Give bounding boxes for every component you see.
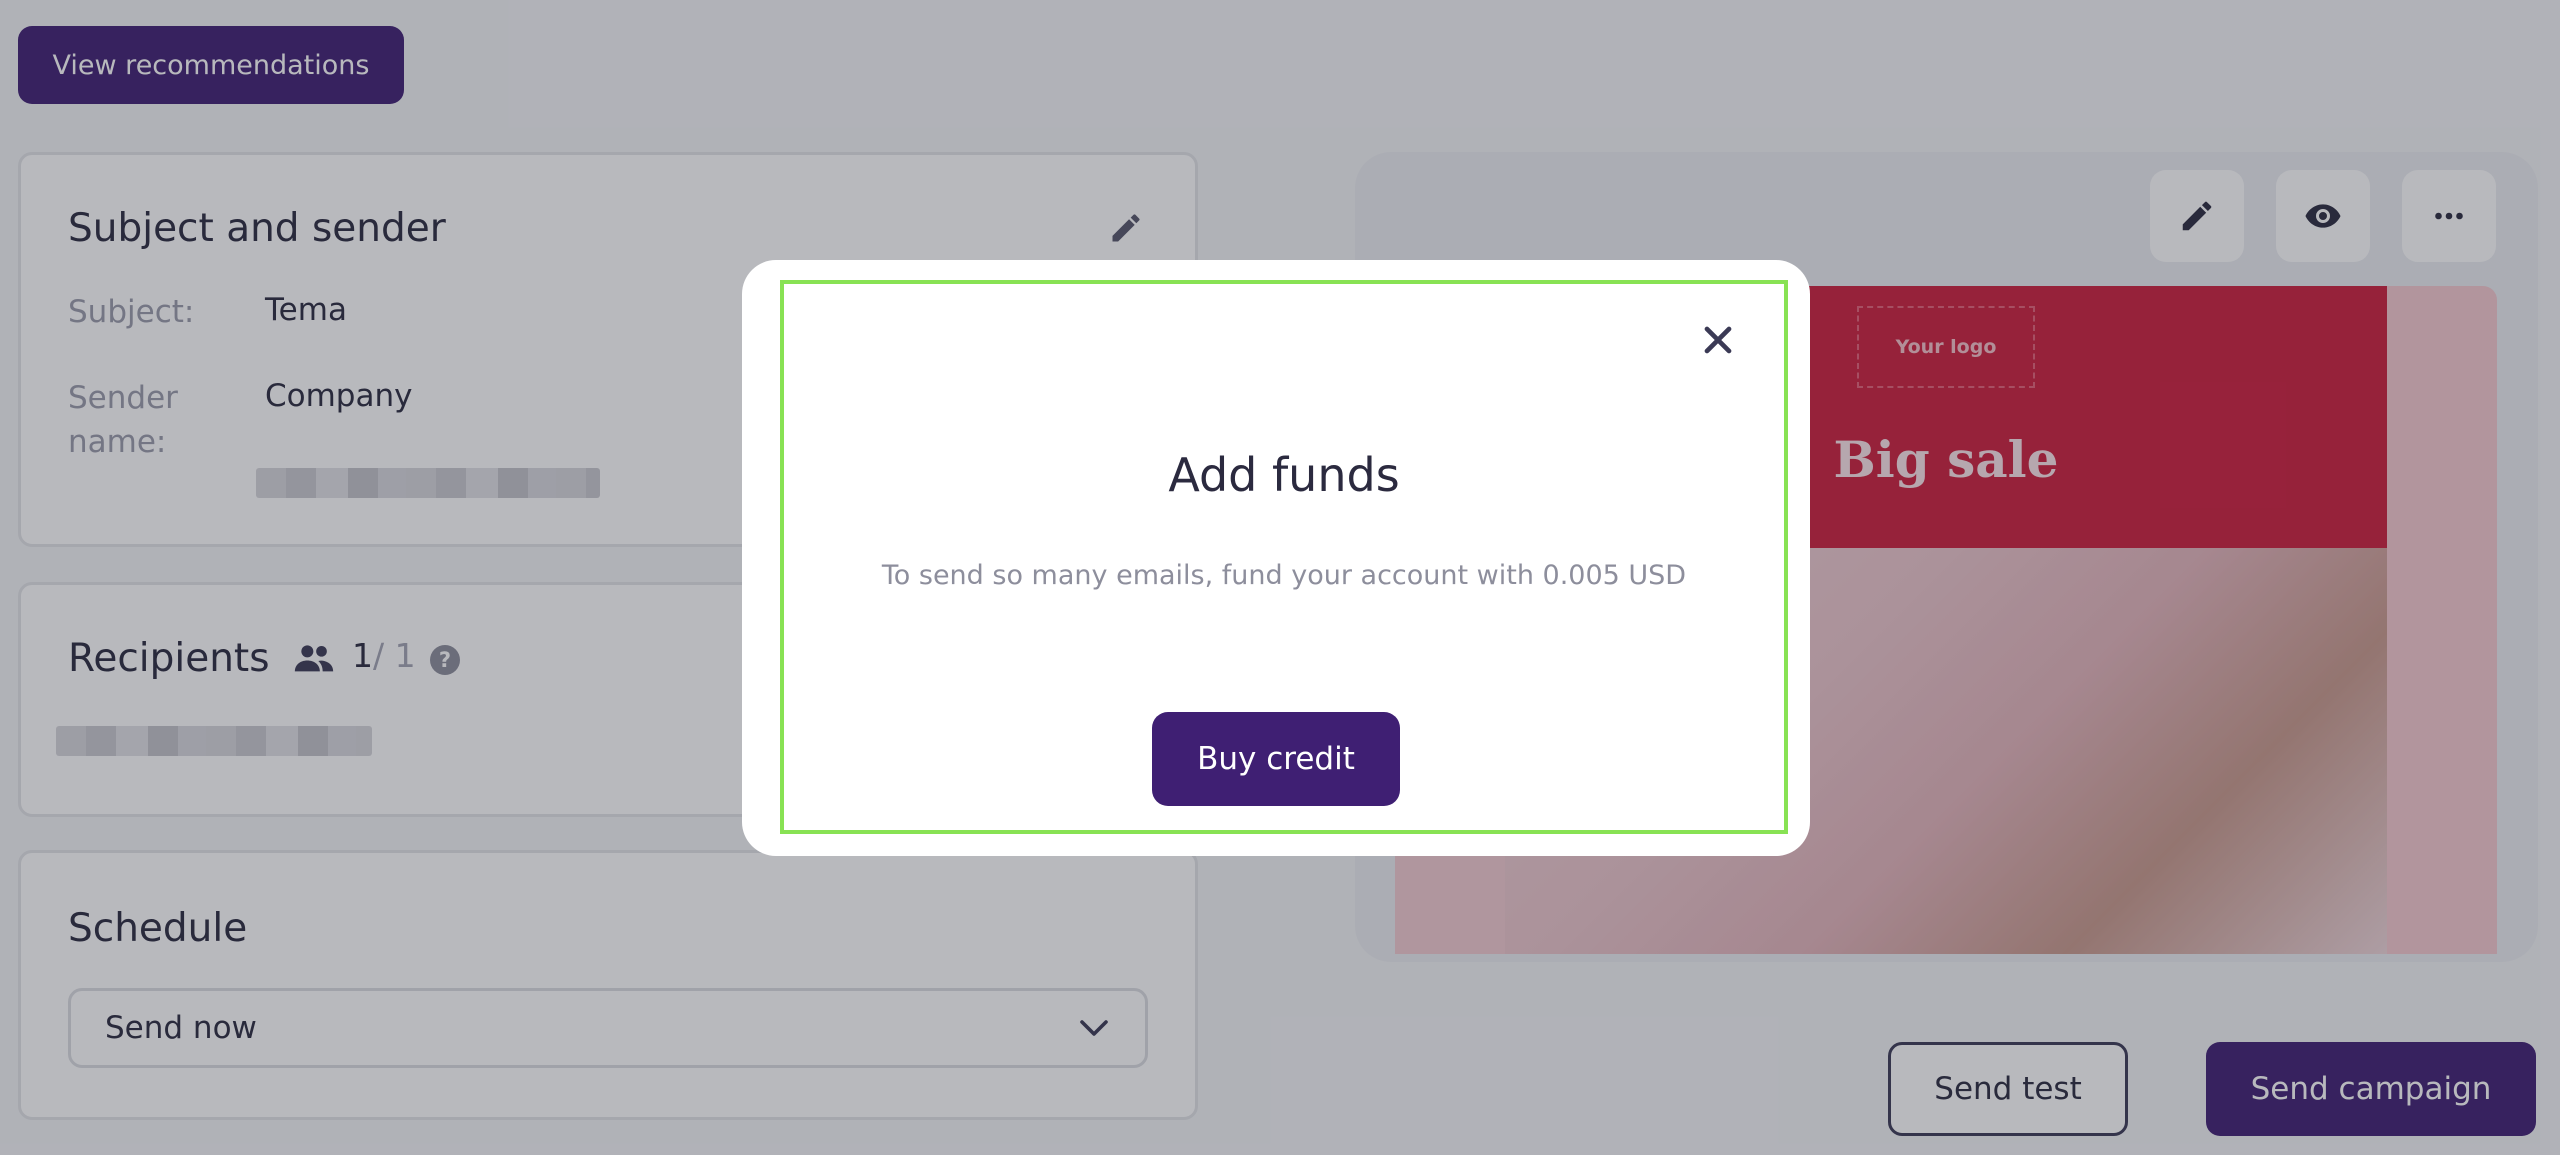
buy-credit-button[interactable]: Buy credit — [1152, 712, 1400, 806]
modal-message: To send so many emails, fund your accoun… — [881, 560, 1687, 591]
modal-title: Add funds — [1168, 448, 1400, 502]
close-icon[interactable] — [1696, 318, 1740, 362]
